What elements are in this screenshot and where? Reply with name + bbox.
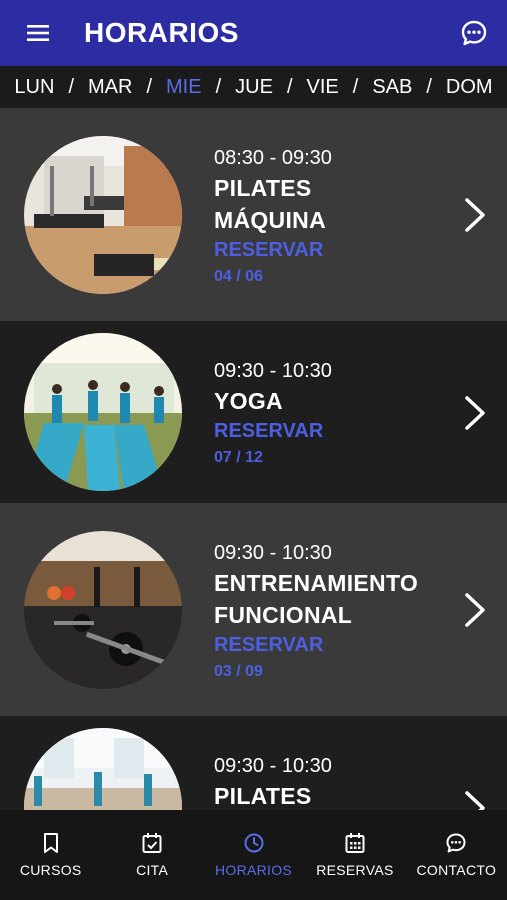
- bookmark-icon: [43, 833, 58, 853]
- class-name: ENTRENAMIENTO: [214, 570, 419, 596]
- class-photo-yoga: [24, 333, 182, 491]
- chevron-right-icon[interactable]: [463, 395, 487, 431]
- spots-count: 07 / 12: [214, 449, 263, 466]
- class-time: 09:30 - 10:30: [214, 542, 332, 564]
- class-photo-pilates: [24, 728, 182, 810]
- day-lun[interactable]: LUN: [14, 76, 54, 99]
- class-info: 09:30 - 10:30 YOGA RESERVAR 07 / 12: [214, 357, 332, 471]
- chat-bubble-icon: [461, 20, 487, 46]
- tab-contacto[interactable]: CONTACTO: [406, 810, 507, 900]
- chevron-right-icon[interactable]: [463, 592, 487, 628]
- day-vie[interactable]: VIE: [307, 76, 339, 99]
- day-dom[interactable]: DOM: [446, 76, 493, 99]
- class-card[interactable]: 09:30 - 10:30 PILATES: [0, 716, 507, 810]
- class-photo-pilates-machine: [24, 136, 182, 294]
- class-name-line2: MÁQUINA: [214, 207, 326, 233]
- day-separator: /: [426, 75, 432, 98]
- tab-label: CONTACTO: [416, 862, 497, 878]
- class-list[interactable]: 08:30 - 09:30 PILATES MÁQUINA RESERVAR 0…: [0, 108, 507, 810]
- chevron-right-icon[interactable]: [463, 790, 487, 810]
- bottom-nav: CURSOS CITA HORARIOS RESERVAS CONTACTO: [0, 810, 507, 900]
- tab-label: RESERVAS: [316, 862, 394, 878]
- day-separator: /: [68, 75, 74, 98]
- hamburger-icon: [27, 25, 49, 41]
- day-selector: LUN / MAR / MIE / JUE / VIE / SAB / DOM: [0, 66, 507, 108]
- day-mie[interactable]: MIE: [166, 76, 202, 99]
- reserve-link[interactable]: RESERVAR: [214, 236, 332, 264]
- day-separator: /: [215, 75, 222, 98]
- tab-cursos[interactable]: CURSOS: [0, 810, 101, 900]
- reserve-link[interactable]: RESERVAR: [214, 417, 332, 445]
- day-separator: /: [286, 75, 293, 98]
- class-time: 08:30 - 09:30: [214, 147, 332, 169]
- page-title: HORARIOS: [84, 17, 239, 48]
- class-info: 09:30 - 10:30 PILATES: [214, 752, 332, 810]
- class-info: 08:30 - 09:30 PILATES MÁQUINA RESERVAR 0…: [214, 144, 332, 290]
- day-separator: /: [146, 75, 153, 98]
- chat-bubble-icon: [446, 833, 466, 853]
- class-info: 09:30 - 10:30 ENTRENAMIENTO FUNCIONAL RE…: [214, 539, 418, 685]
- class-name: PILATES: [214, 783, 312, 809]
- day-separator: /: [352, 75, 359, 98]
- tab-cita[interactable]: CITA: [101, 810, 202, 900]
- class-name-line2: FUNCIONAL: [214, 602, 353, 628]
- calendar-grid-icon: [345, 833, 365, 853]
- day-sab[interactable]: SAB: [372, 76, 412, 99]
- chevron-right-icon[interactable]: [463, 197, 487, 233]
- class-name: PILATES: [214, 175, 312, 201]
- tab-label: CURSOS: [19, 862, 82, 878]
- calendar-check-icon: [142, 833, 162, 853]
- class-time: 09:30 - 10:30: [214, 360, 332, 382]
- app-bar: HORARIOS: [0, 0, 507, 66]
- reserve-link[interactable]: RESERVAR: [214, 631, 418, 659]
- menu-button[interactable]: [0, 0, 76, 66]
- tab-label: CITA: [136, 862, 169, 878]
- chat-button[interactable]: [441, 0, 507, 66]
- spots-count: 04 / 06: [214, 268, 263, 285]
- class-time: 09:30 - 10:30: [214, 755, 332, 777]
- tab-horarios[interactable]: HORARIOS: [203, 810, 304, 900]
- class-name: YOGA: [214, 388, 283, 414]
- day-jue[interactable]: JUE: [235, 76, 273, 99]
- class-photo-functional-training: [24, 531, 182, 689]
- day-mar[interactable]: MAR: [88, 76, 132, 99]
- tab-label: HORARIOS: [214, 862, 293, 878]
- class-card[interactable]: 09:30 - 10:30 ENTRENAMIENTO FUNCIONAL RE…: [0, 503, 507, 716]
- clock-icon: [244, 833, 264, 853]
- class-card[interactable]: 09:30 - 10:30 YOGA RESERVAR 07 / 12: [0, 321, 507, 503]
- tab-reservas[interactable]: RESERVAS: [304, 810, 405, 900]
- class-card[interactable]: 08:30 - 09:30 PILATES MÁQUINA RESERVAR 0…: [0, 108, 507, 321]
- spots-count: 03 / 09: [214, 663, 263, 680]
